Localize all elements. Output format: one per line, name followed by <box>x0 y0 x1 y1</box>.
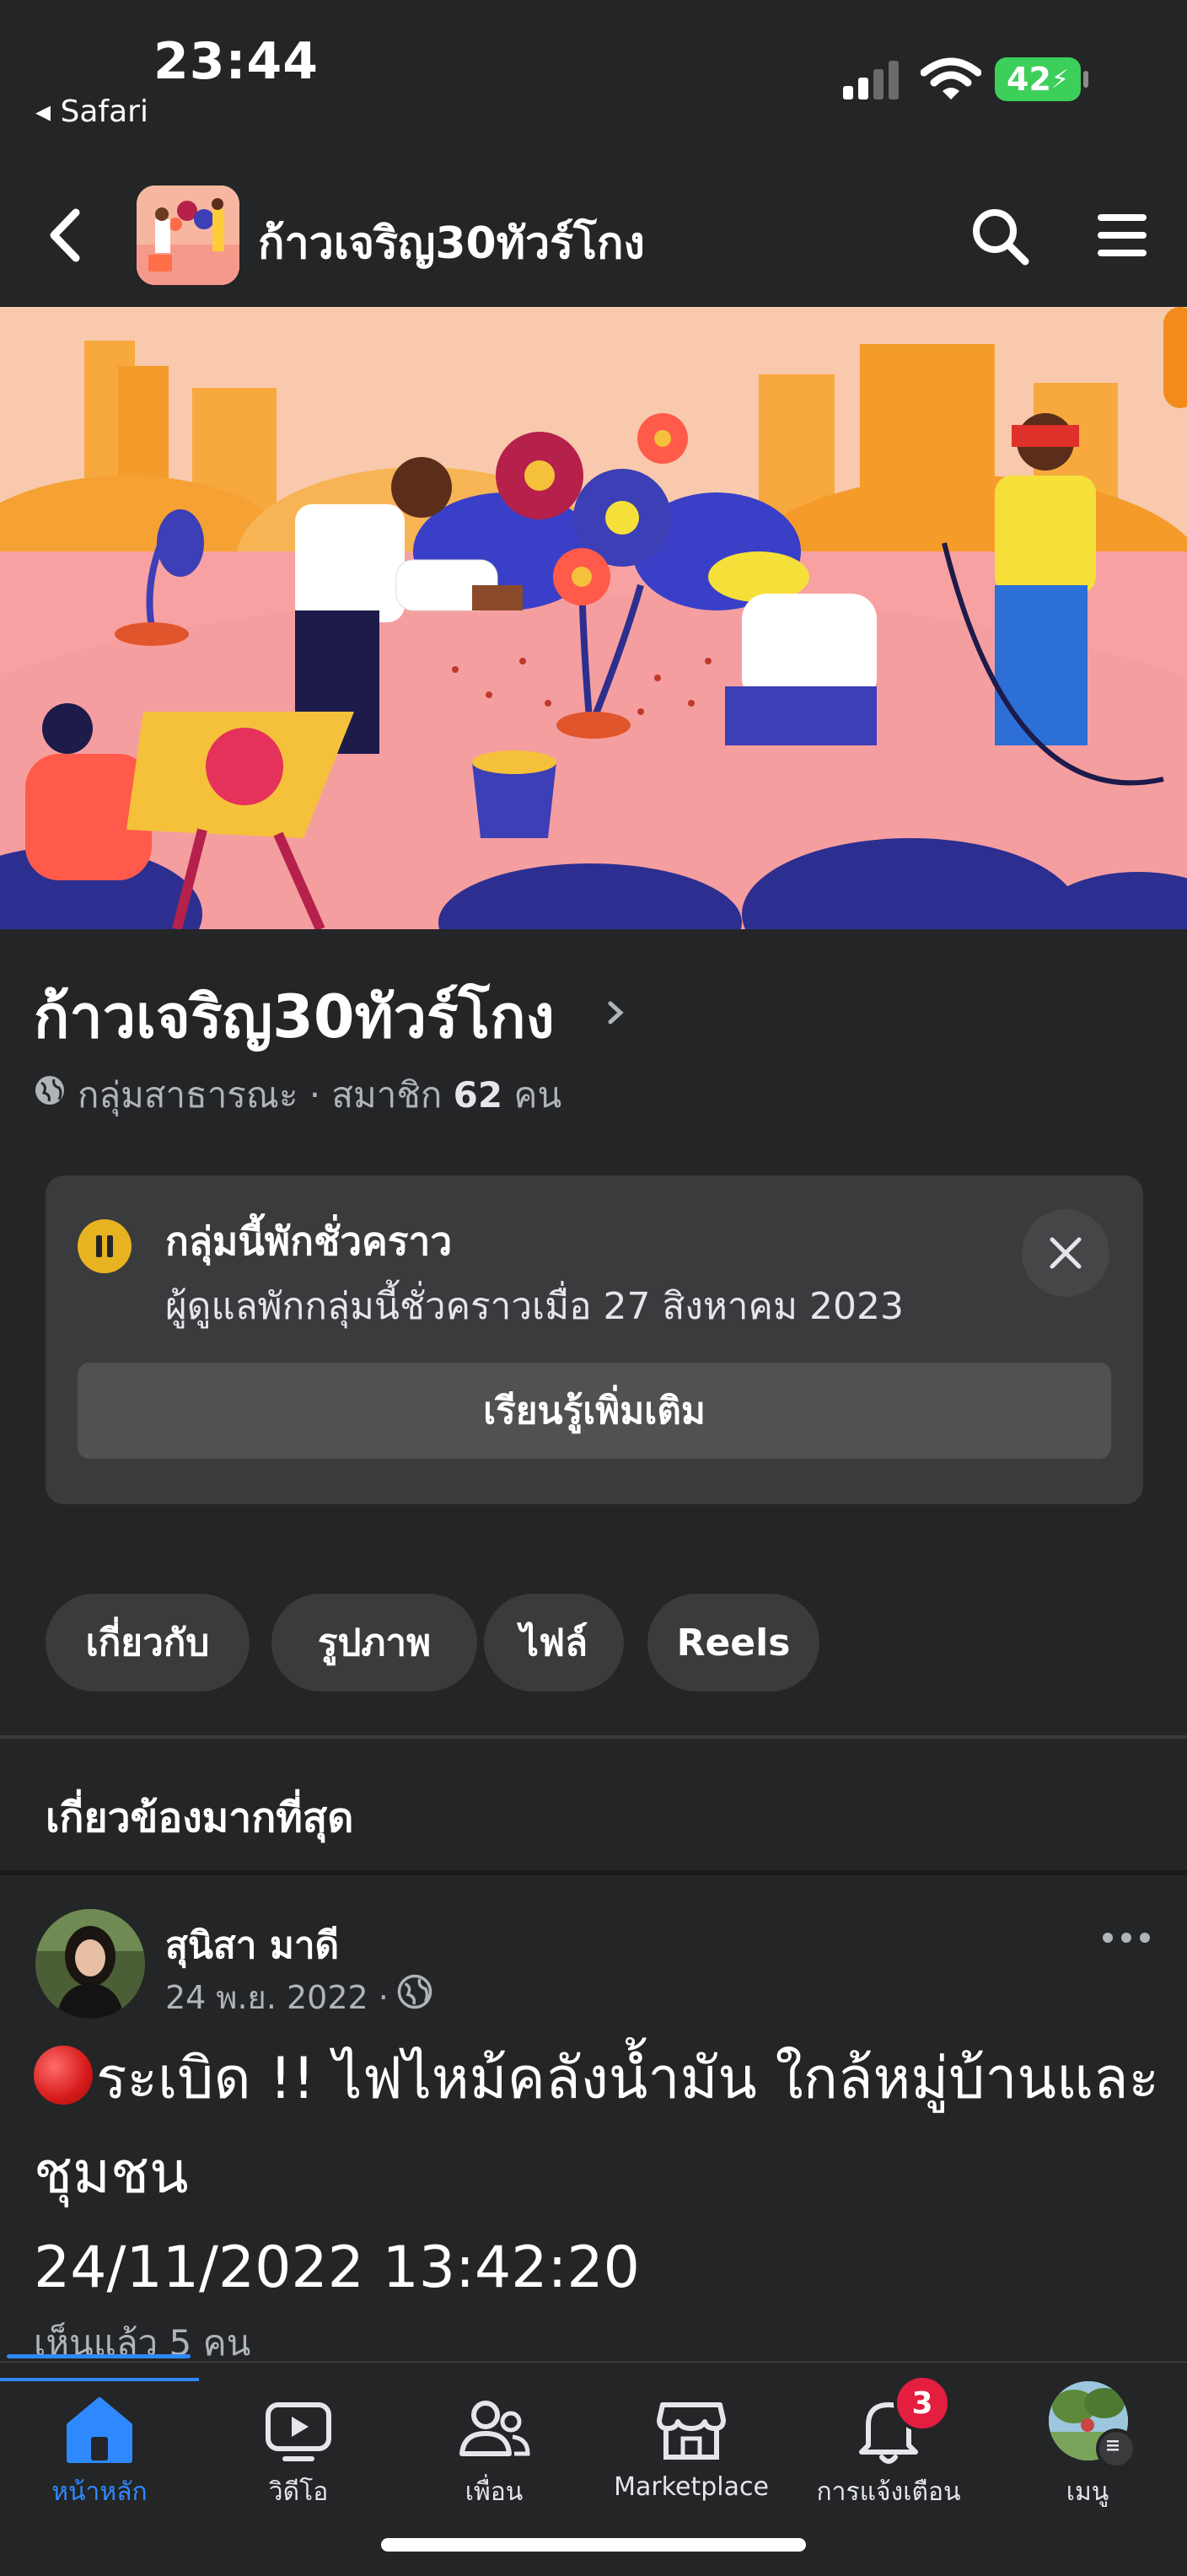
group-cover-photo[interactable] <box>0 307 1187 929</box>
nav-label: การแจ้งเตือน <box>816 2477 961 2507</box>
post-body: ระเบิด !! ไฟไหม้คลังน้ำมัน ใกล้หมู่บ้านแ… <box>34 2032 1163 2315</box>
friends-icon <box>459 2401 530 2456</box>
group-meta: กลุ่มสาธารณะ · สมาชิก 62 คน <box>78 1068 561 1123</box>
pause-title: กลุ่มนี้พักชั่วคราว <box>165 1218 453 1264</box>
post-author-avatar[interactable] <box>35 1909 145 2019</box>
video-icon <box>266 2402 331 2461</box>
pause-description: ผู้ดูแลพักกลุ่มนี้ชั่วคราวเมื่อ 27 สิงหา… <box>165 1285 904 1328</box>
tab-about[interactable]: เกี่ยวกับ <box>46 1594 250 1691</box>
charging-bolt-icon: ⚡ <box>1050 64 1069 94</box>
member-count: 62 <box>453 1074 503 1116</box>
status-time: 23:44 <box>153 32 319 91</box>
section-divider <box>0 1735 1187 1739</box>
notification-count-badge: 3 <box>894 2374 951 2432</box>
nav-video[interactable]: วิดีโอ <box>199 2378 398 2507</box>
nav-label: วิดีโอ <box>268 2477 329 2507</box>
back-button[interactable] <box>40 204 94 266</box>
nav-label: เพื่อน <box>465 2477 524 2507</box>
marketplace-icon <box>657 2402 726 2460</box>
section-divider <box>0 1870 1187 1875</box>
post-date[interactable]: 24 พ.ย. 2022 · <box>165 1971 389 2023</box>
tab-photos[interactable]: รูปภาพ <box>271 1594 477 1691</box>
battery-indicator: 42 ⚡ <box>995 57 1081 101</box>
nav-friends[interactable]: เพื่อน <box>395 2378 594 2507</box>
nav-label: Marketplace <box>614 2472 769 2502</box>
post-text: ระเบิด !! ไฟไหม้คลังน้ำมัน ใกล้หมู่บ้านแ… <box>34 2046 1160 2207</box>
menu-lines-icon <box>1096 2428 1136 2469</box>
hamburger-menu-icon[interactable] <box>1093 206 1152 265</box>
battery-level: 42 <box>1007 61 1051 98</box>
avatar-photo <box>35 1909 145 2019</box>
group-privacy-text: กลุ่มสาธารณะ · สมาชิก <box>78 1074 454 1116</box>
nav-home[interactable]: หน้าหลัก <box>0 2378 199 2507</box>
nav-label: เมนู <box>1066 2477 1109 2507</box>
menu-lines-glyph <box>1107 2440 1119 2451</box>
globe-icon <box>35 1076 64 1105</box>
wifi-icon <box>921 57 981 99</box>
chevron-right-icon[interactable] <box>604 990 627 1035</box>
seen-underline <box>7 2354 191 2358</box>
tab-reels[interactable]: Reels <box>647 1594 819 1691</box>
close-notice-button[interactable] <box>1022 1209 1109 1297</box>
pause-icon <box>78 1219 132 1273</box>
tab-files[interactable]: ไฟล์ <box>484 1594 624 1691</box>
search-icon[interactable] <box>966 202 1034 270</box>
group-thumbnail[interactable] <box>137 186 239 285</box>
home-indicator[interactable] <box>381 2538 806 2552</box>
globe-icon <box>397 1974 432 2009</box>
red-circle-emoji-icon <box>34 2046 93 2105</box>
group-thumbnail-illustration <box>137 186 239 285</box>
group-name[interactable]: ก้าวเจริญ30ทัวร์โกง <box>34 970 555 1063</box>
section-title: เกี่ยวข้องมากที่สุด <box>46 1794 354 1842</box>
cover-illustration <box>0 307 1187 929</box>
active-tab-indicator <box>0 2378 199 2381</box>
close-icon <box>1050 1237 1082 1269</box>
cellular-signal-icon <box>843 61 899 99</box>
home-icon <box>67 2397 132 2463</box>
nav-notifications[interactable]: การแจ้งเตือน <box>789 2378 988 2507</box>
nav-marketplace[interactable]: Marketplace <box>592 2378 791 2504</box>
learn-more-button[interactable]: เรียนรู้เพิ่มเติม <box>78 1363 1111 1459</box>
post-author-name[interactable]: สุนิสา มาดี <box>165 1916 339 1975</box>
member-unit: คน <box>502 1074 562 1116</box>
nav-label: หน้าหลัก <box>51 2477 148 2507</box>
pause-glyph <box>96 1235 113 1257</box>
header-group-title: ก้าวเจริญ30ทัวร์โกง <box>258 218 645 269</box>
post-timestamp: 24/11/2022 13:42:20 <box>34 2235 640 2301</box>
battery-cap <box>1083 71 1088 88</box>
back-to-safari-link[interactable]: ◂ Safari <box>35 94 148 129</box>
more-options-icon[interactable] <box>1096 1921 1157 1955</box>
